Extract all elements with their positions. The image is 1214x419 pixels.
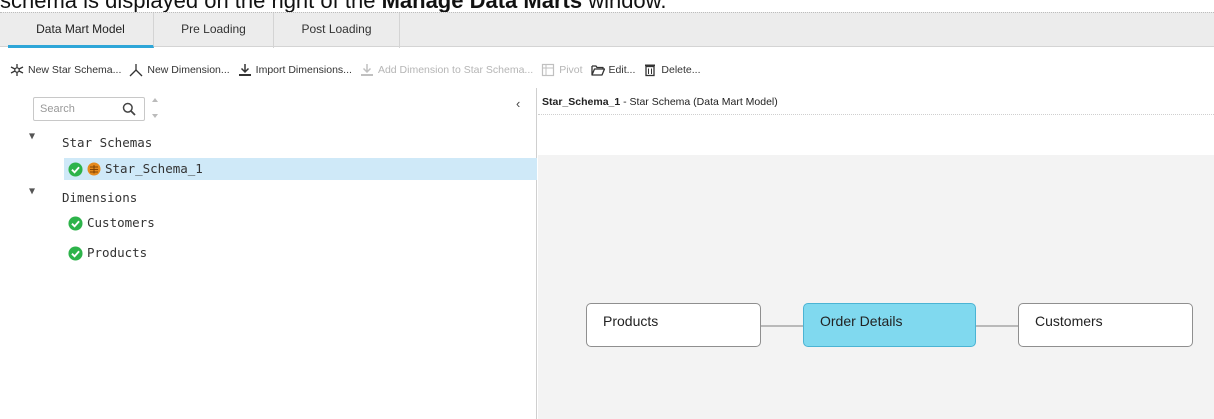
dimensions-label: Dimensions xyxy=(62,190,138,205)
edit-button[interactable]: Edit... xyxy=(590,63,636,77)
page-caption: schema is displayed on the right of the … xyxy=(0,0,1214,12)
search-box xyxy=(33,97,145,121)
tab-bar: Data Mart Model Pre Loading Post Loading xyxy=(0,12,1214,48)
folder-open-icon xyxy=(590,65,605,76)
tree-item-customers[interactable]: Customers xyxy=(68,212,155,234)
check-circle-icon xyxy=(68,215,83,231)
tab-post-loading[interactable]: Post Loading xyxy=(274,13,400,48)
check-circle-icon xyxy=(68,245,83,261)
customers-label: Customers xyxy=(87,215,155,230)
pivot-icon xyxy=(542,63,555,77)
tree-group-dimensions[interactable]: ▼ Dimensions xyxy=(29,186,138,209)
pivot-label: Pivot xyxy=(559,64,583,76)
diagram-canvas[interactable]: Products Order Details Customers xyxy=(538,155,1214,419)
connector-line xyxy=(760,325,804,327)
diagram-panel: Star_Schema_1 - Star Schema (Data Mart M… xyxy=(538,88,1214,419)
add-dimension-button[interactable]: Add Dimension to Star Schema... xyxy=(360,63,533,77)
trash-icon xyxy=(645,64,656,77)
tree-panel: ‹ ▼ Star Schemas Star_Schema_1 ▼ Dimensi… xyxy=(0,88,537,419)
star-schema-icon xyxy=(10,64,24,76)
star-schema-table-icon xyxy=(87,162,101,176)
tree-item-star-schema-1[interactable]: Star_Schema_1 xyxy=(64,158,537,180)
products-label: Products xyxy=(87,245,148,260)
caret-down-icon[interactable]: ▼ xyxy=(29,126,35,148)
check-circle-icon xyxy=(68,161,83,177)
diagram-header-band xyxy=(538,114,1214,155)
caret-down-icon[interactable]: ▼ xyxy=(29,181,35,203)
connector-line xyxy=(975,325,1019,327)
star-schemas-label: Star Schemas xyxy=(62,135,153,150)
search-scroll-arrows[interactable] xyxy=(150,94,160,122)
search-input[interactable] xyxy=(40,101,120,117)
tab-data-mart-model[interactable]: Data Mart Model xyxy=(8,13,154,48)
import-dimensions-label: Import Dimensions... xyxy=(255,64,352,76)
dimension-icon xyxy=(129,64,143,77)
dimension-node-products[interactable]: Products xyxy=(586,303,761,347)
add-dimension-label: Add Dimension to Star Schema... xyxy=(377,64,534,76)
star-schema-1-label: Star_Schema_1 xyxy=(105,161,203,176)
import-dimensions-button[interactable]: Import Dimensions... xyxy=(238,63,352,77)
collapse-panel-button[interactable]: ‹ xyxy=(516,96,520,111)
delete-label: Delete... xyxy=(661,64,701,76)
edit-label: Edit... xyxy=(608,64,636,76)
tab-pre-loading[interactable]: Pre Loading xyxy=(154,13,274,48)
diagram-title: Star_Schema_1 - Star Schema (Data Mart M… xyxy=(542,96,778,108)
pivot-button[interactable]: Pivot xyxy=(541,63,583,77)
new-dimension-label: New Dimension... xyxy=(147,64,230,76)
delete-button[interactable]: Delete... xyxy=(643,63,701,77)
tree-group-star-schemas[interactable]: ▼ Star Schemas xyxy=(29,131,153,154)
import-icon xyxy=(238,64,251,76)
new-star-schema-label: New Star Schema... xyxy=(28,64,122,76)
search-icon[interactable] xyxy=(122,102,136,116)
new-star-schema-button[interactable]: New Star Schema... xyxy=(10,63,121,77)
new-dimension-button[interactable]: New Dimension... xyxy=(129,63,230,77)
add-dimension-icon xyxy=(360,64,373,76)
toolbar: New Star Schema... New Dimension... Impo… xyxy=(0,56,1214,84)
fact-node-order-details[interactable]: Order Details xyxy=(803,303,976,347)
tree-item-products[interactable]: Products xyxy=(68,242,147,264)
dimension-node-customers[interactable]: Customers xyxy=(1018,303,1193,347)
